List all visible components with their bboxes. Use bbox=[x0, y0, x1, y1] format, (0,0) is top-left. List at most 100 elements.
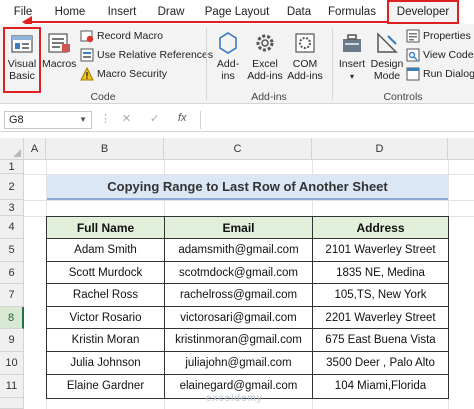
cell-address[interactable]: 3500 Deer , Palo Alto bbox=[313, 352, 448, 375]
chevron-down-icon[interactable]: ▼ bbox=[79, 112, 87, 128]
cell-email[interactable]: kristinmoran@gmail.com bbox=[165, 329, 313, 352]
formula-bar: G8 ▼ ⋮ ✕ ✓ fx bbox=[0, 108, 474, 132]
tab-developer[interactable]: Developer bbox=[387, 0, 459, 24]
name-box-value: G8 bbox=[9, 114, 24, 126]
macros-button[interactable]: Macros bbox=[42, 30, 76, 70]
row-header-2[interactable]: 2 bbox=[0, 174, 24, 200]
row-header-1[interactable]: 1 bbox=[0, 160, 24, 174]
watermark: exceldemy bbox=[206, 393, 263, 404]
enter-icon[interactable]: ✓ bbox=[150, 112, 159, 125]
cell-email[interactable]: juliajohn@gmail.com bbox=[165, 352, 313, 375]
view-code-button[interactable]: View Code bbox=[406, 47, 474, 64]
group-separator bbox=[206, 28, 207, 100]
row-header-8[interactable]: 8 bbox=[0, 307, 24, 329]
cell-address[interactable]: 104 Miami,Florida bbox=[313, 375, 448, 398]
design-mode-button[interactable]: Design Mode bbox=[370, 30, 404, 82]
cell-address[interactable]: 2101 Waverley Street bbox=[313, 239, 448, 262]
column-header-d[interactable]: D bbox=[312, 138, 448, 160]
cell-full-name[interactable]: Kristin Moran bbox=[47, 329, 165, 352]
properties-button[interactable]: Properties bbox=[406, 28, 471, 45]
run-dialog-button[interactable]: Run Dialog bbox=[406, 66, 474, 83]
formula-input[interactable] bbox=[200, 111, 470, 129]
row-header-9[interactable]: 9 bbox=[0, 329, 24, 352]
com-addins-button[interactable]: COM Add-ins bbox=[286, 30, 324, 82]
sheet-title[interactable]: Copying Range to Last Row of Another She… bbox=[47, 175, 448, 200]
insert-control-label: Insert bbox=[338, 58, 366, 70]
row-header-7[interactable]: 7 bbox=[0, 284, 24, 307]
column-header-e[interactable] bbox=[448, 138, 474, 160]
visual-basic-icon bbox=[11, 35, 33, 53]
macros-label: Macros bbox=[42, 58, 77, 70]
macros-icon bbox=[48, 33, 70, 53]
cell-address[interactable]: 675 East Buena Vista bbox=[313, 329, 448, 352]
addins-label-2: ins bbox=[221, 70, 235, 82]
design-mode-label-1: Design bbox=[370, 58, 404, 70]
cell-address[interactable]: 1835 NE, Medina bbox=[313, 262, 448, 284]
cell-email[interactable]: adamsmith@gmail.com bbox=[165, 239, 313, 262]
more-options-icon: ⋮ bbox=[100, 113, 111, 125]
row-header-4[interactable]: 4 bbox=[0, 216, 24, 239]
row-header-12[interactable] bbox=[0, 398, 24, 409]
macro-security-label: Macro Security bbox=[97, 68, 168, 80]
run-dialog-icon bbox=[406, 67, 420, 81]
properties-label: Properties bbox=[423, 30, 471, 42]
addins-button[interactable]: Add- ins bbox=[212, 30, 244, 82]
cell-email[interactable]: victorosari@gmail.com bbox=[165, 307, 313, 329]
row-header-10[interactable]: 10 bbox=[0, 352, 24, 375]
com-addins-icon bbox=[295, 33, 315, 53]
column-header-b[interactable]: B bbox=[46, 138, 164, 160]
warning-icon bbox=[80, 67, 94, 81]
record-macro-icon bbox=[80, 30, 94, 43]
group-label-addins: Add-ins bbox=[251, 91, 287, 103]
cell-address[interactable]: 105,TS, New York bbox=[313, 284, 448, 307]
group-label-controls: Controls bbox=[383, 91, 423, 103]
row-header-5[interactable]: 5 bbox=[0, 239, 24, 262]
group-label-code: Code bbox=[90, 91, 116, 103]
design-mode-label-2: Mode bbox=[373, 70, 401, 82]
cancel-icon[interactable]: ✕ bbox=[122, 112, 131, 125]
visual-basic-button[interactable]: Visual Basic bbox=[6, 30, 38, 82]
row-header-11[interactable]: 11 bbox=[0, 375, 24, 398]
cell-full-name[interactable]: Adam Smith bbox=[47, 239, 165, 262]
cell-full-name[interactable]: Victor Rosario bbox=[47, 307, 165, 329]
gear-icon bbox=[256, 34, 274, 52]
header-address[interactable]: Address bbox=[313, 217, 448, 239]
highlight-arrow-line bbox=[30, 21, 388, 23]
row-header-3[interactable]: 3 bbox=[0, 200, 24, 216]
relative-references-label: Use Relative References bbox=[97, 49, 214, 61]
visual-basic-label-2: Basic bbox=[9, 70, 35, 82]
record-macro-button[interactable]: Record Macro bbox=[80, 28, 163, 45]
toolbox-icon bbox=[343, 34, 361, 52]
com-addins-label-2: Add-ins bbox=[287, 70, 323, 82]
record-macro-label: Record Macro bbox=[97, 30, 163, 42]
row-header-6[interactable]: 6 bbox=[0, 262, 24, 284]
header-full-name[interactable]: Full Name bbox=[47, 217, 165, 239]
header-email[interactable]: Email bbox=[165, 217, 313, 239]
column-header-c[interactable]: C bbox=[164, 138, 312, 160]
run-dialog-label: Run Dialog bbox=[423, 68, 474, 80]
column-header-a[interactable]: A bbox=[24, 138, 46, 160]
use-relative-references-button[interactable]: Use Relative References bbox=[80, 47, 213, 64]
select-all-corner[interactable] bbox=[0, 138, 24, 160]
visual-basic-label-1: Visual bbox=[7, 58, 37, 70]
design-mode-icon bbox=[377, 32, 398, 53]
insert-control-button[interactable]: Insert ▾ bbox=[336, 30, 368, 83]
ribbon-developer: Visual Basic Macros Record Macro Use Rel… bbox=[0, 24, 474, 104]
cell-full-name[interactable]: Rachel Ross bbox=[47, 284, 165, 307]
excel-addins-label-1: Excel bbox=[252, 58, 278, 70]
cell-address[interactable]: 2201 Waverley Street bbox=[313, 307, 448, 329]
excel-addins-label-2: Add-ins bbox=[247, 70, 283, 82]
addins-icon bbox=[219, 32, 237, 54]
cell-email[interactable]: rachelross@gmail.com bbox=[165, 284, 313, 307]
gridline bbox=[24, 200, 474, 201]
cell-full-name[interactable]: Scott Murdock bbox=[47, 262, 165, 284]
cell-email[interactable]: scotmdock@gmail.com bbox=[165, 262, 313, 284]
insert-function-icon[interactable]: fx bbox=[178, 112, 187, 124]
cell-full-name[interactable]: Elaine Gardner bbox=[47, 375, 165, 398]
cell-full-name[interactable]: Julia Johnson bbox=[47, 352, 165, 375]
name-box[interactable]: G8 ▼ bbox=[4, 111, 92, 129]
macro-security-button[interactable]: Macro Security bbox=[80, 66, 167, 83]
com-addins-label-1: COM bbox=[292, 58, 318, 70]
view-code-icon bbox=[406, 48, 420, 62]
excel-addins-button[interactable]: Excel Add-ins bbox=[246, 30, 284, 82]
